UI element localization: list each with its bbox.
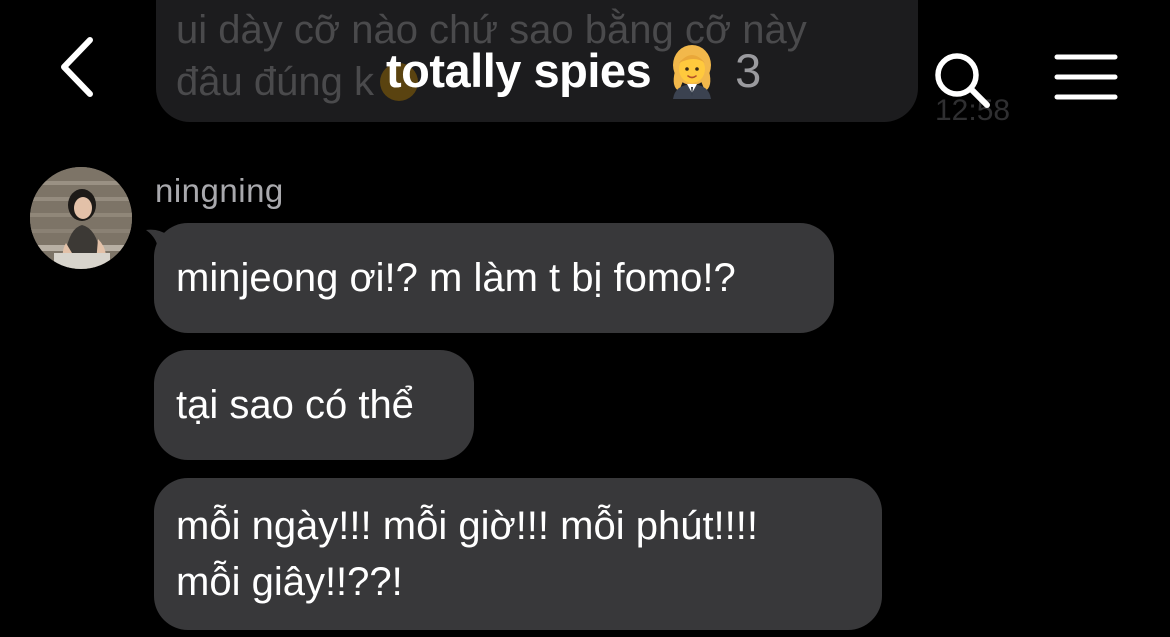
message-bubble[interactable]: minjeong ơi!? m làm t bị fomo!? <box>154 223 834 333</box>
message-bubble[interactable]: mỗi ngày!!! mỗi giờ!!! mỗi phút!!!! mỗi … <box>154 478 882 630</box>
sender-avatar[interactable] <box>30 167 132 269</box>
menu-button[interactable] <box>1054 52 1118 102</box>
search-icon <box>935 53 990 108</box>
woman-office-worker-emoji-icon <box>663 41 721 99</box>
chevron-left-icon <box>61 37 93 97</box>
message-text: mỗi ngày!!! mỗi giờ!!! mỗi phút!!!! mỗi … <box>176 504 759 604</box>
chat-title-group[interactable]: totally spies 3 <box>386 38 761 102</box>
message-bubble[interactable]: tại sao có thể <box>154 350 474 460</box>
message-text: minjeong ơi!? m làm t bị fomo!? <box>176 256 736 300</box>
message-text: tại sao có thể <box>176 383 414 427</box>
search-button[interactable] <box>930 48 996 114</box>
sender-name: ningning <box>155 172 284 209</box>
chat-header: totally spies 3 <box>0 0 1170 140</box>
back-button[interactable] <box>50 32 110 102</box>
chat-title: totally spies <box>386 43 652 97</box>
hamburger-menu-icon <box>1054 54 1118 100</box>
member-count: 3 <box>735 43 762 97</box>
